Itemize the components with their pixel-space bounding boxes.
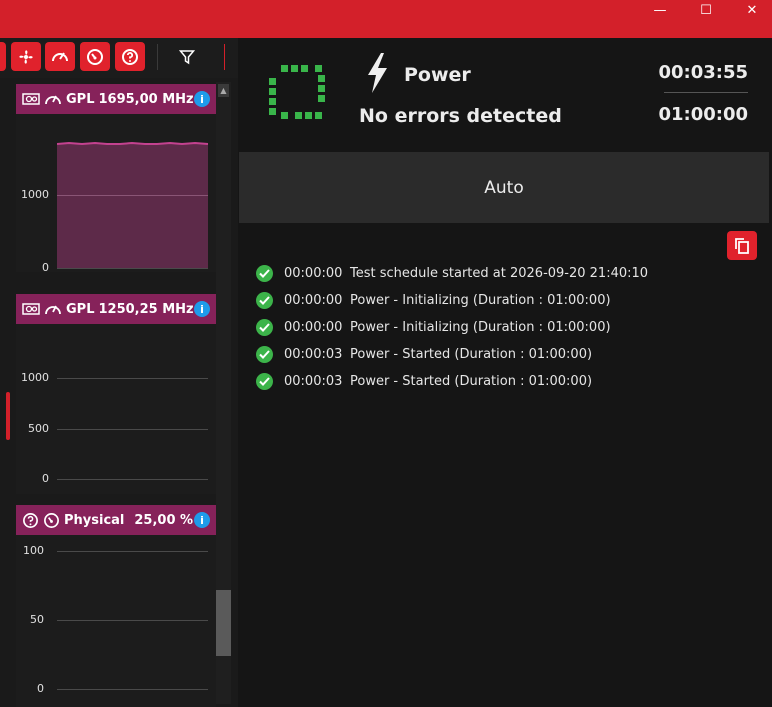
y-tick-label: 0 — [42, 261, 49, 274]
log-entry: 00:00:00 Test schedule started at 2026-0… — [256, 260, 756, 287]
copy-log-button[interactable] — [727, 231, 757, 260]
close-button[interactable]: ✕ — [729, 0, 772, 20]
speedometer-icon — [87, 48, 103, 65]
gridline — [57, 689, 208, 690]
log-entry: 00:00:00 Power - Initializing (Duration … — [256, 314, 756, 341]
chart-area-fill — [57, 143, 208, 268]
gpu-icon — [22, 303, 40, 315]
speedometer-icon — [44, 512, 59, 528]
gridline — [57, 378, 208, 379]
close-icon: ✕ — [746, 2, 758, 18]
panel-header: GPL 1250,25 MHz i — [16, 294, 216, 324]
y-tick-label: 1000 — [21, 188, 49, 201]
log-time: 00:00:00 — [284, 293, 343, 308]
check-icon — [256, 319, 273, 336]
gridline — [57, 195, 208, 196]
y-tick-label: 50 — [30, 613, 44, 626]
gauge-button[interactable] — [45, 42, 75, 71]
toolbar-divider — [224, 44, 225, 70]
check-icon — [256, 292, 273, 309]
help-icon — [122, 48, 138, 65]
title-bar: — ☐ ✕ — [0, 0, 772, 38]
help-button[interactable] — [115, 42, 145, 71]
filter-icon — [179, 49, 195, 64]
mode-auto-label: Auto — [484, 177, 524, 198]
scroll-indicator — [6, 392, 10, 440]
elapsed-timer: 00:03:55 — [658, 62, 748, 83]
chart-series-line — [57, 141, 208, 146]
speedometer-button[interactable] — [80, 42, 110, 71]
y-tick-label: 1000 — [21, 371, 49, 384]
log-time: 00:00:00 — [284, 320, 343, 335]
status-ok-indicator — [269, 65, 325, 119]
total-duration: 01:00:00 — [658, 104, 748, 125]
timer-divider — [664, 92, 748, 93]
gauge-icon — [45, 95, 61, 105]
log-entry: 00:00:00 Power - Initializing (Duration … — [256, 287, 756, 314]
event-log: 00:00:00 Test schedule started at 2026-0… — [256, 260, 756, 395]
panel-name: Physical — [64, 512, 125, 528]
log-time: 00:00:00 — [284, 266, 343, 281]
gridline — [57, 551, 208, 552]
y-tick-label: 500 — [28, 422, 49, 435]
check-icon — [256, 265, 273, 282]
y-tick-label: 0 — [37, 682, 44, 695]
scrollbar-thumb[interactable] — [216, 590, 231, 656]
check-icon — [256, 346, 273, 363]
info-icon[interactable]: i — [194, 91, 210, 107]
log-entry: 00:00:03 Power - Started (Duration : 01:… — [256, 368, 756, 395]
mode-auto-button[interactable]: Auto — [239, 152, 769, 223]
fan-icon — [19, 49, 33, 64]
panel-value: 25,00 % — [134, 512, 194, 528]
log-time: 00:00:03 — [284, 347, 343, 362]
monitor-toolbar — [0, 38, 238, 78]
gpu-clock-panel: GPL 1695,00 MHz i 1000 0 — [16, 84, 216, 274]
log-entry: 00:00:03 Power - Started (Duration : 01:… — [256, 341, 756, 368]
panel-name: GPL — [66, 91, 95, 107]
test-type-title: Power — [404, 64, 471, 86]
panel-value: 1695,00 MHz — [98, 91, 194, 107]
panel-header: Physical 25,00 % i — [16, 505, 216, 535]
toolbar-divider — [157, 44, 158, 70]
y-tick-label: 100 — [23, 544, 44, 557]
panel-name: GPL — [66, 301, 95, 317]
scroll-up-icon[interactable]: ▲ — [218, 84, 229, 97]
log-text: Power - Initializing (Duration : 01:00:0… — [350, 320, 611, 335]
toolbar-overflow-button[interactable] — [0, 42, 6, 71]
log-text: Power - Started (Duration : 01:00:00) — [350, 347, 593, 362]
physical-memory-panel: Physical 25,00 % i 100 50 0 — [16, 505, 216, 707]
panel-scrollbar[interactable]: ▲ — [216, 82, 231, 704]
error-status-message: No errors detected — [359, 105, 562, 127]
y-tick-label: 0 — [42, 472, 49, 485]
gridline — [57, 479, 208, 480]
maximize-button[interactable]: ☐ — [683, 0, 729, 20]
log-time: 00:00:03 — [284, 374, 343, 389]
check-icon — [256, 373, 273, 390]
fan-button[interactable] — [11, 42, 41, 71]
monitor-sidebar: GPL 1695,00 MHz i 1000 0 GPL 1250,25 MHz… — [0, 38, 238, 707]
panel-value: 1250,25 MHz — [98, 301, 194, 317]
gauge-icon — [52, 51, 68, 61]
help-icon — [23, 512, 38, 528]
panel-header: GPL 1695,00 MHz i — [16, 84, 216, 114]
gridline — [57, 429, 208, 430]
minimize-button[interactable]: — — [637, 0, 683, 20]
info-icon[interactable]: i — [194, 301, 210, 317]
copy-icon — [735, 237, 749, 254]
gridline — [57, 268, 208, 269]
log-text: Test schedule started at 2026-09-20 21:4… — [350, 266, 649, 281]
filter-button[interactable] — [169, 42, 205, 71]
maximize-icon: ☐ — [700, 2, 712, 18]
lightning-icon — [368, 53, 387, 93]
minimize-icon: — — [653, 2, 667, 18]
gpu-icon — [22, 93, 40, 105]
info-icon[interactable]: i — [194, 512, 210, 528]
test-status-area: Power No errors detected 00:03:55 01:00:… — [238, 38, 772, 707]
gauge-icon — [45, 305, 61, 315]
log-text: Power - Initializing (Duration : 01:00:0… — [350, 293, 611, 308]
gridline — [57, 620, 208, 621]
gpu-clock-panel: GPL 1250,25 MHz i 1000 500 0 — [16, 294, 216, 494]
log-text: Power - Started (Duration : 01:00:00) — [350, 374, 593, 389]
